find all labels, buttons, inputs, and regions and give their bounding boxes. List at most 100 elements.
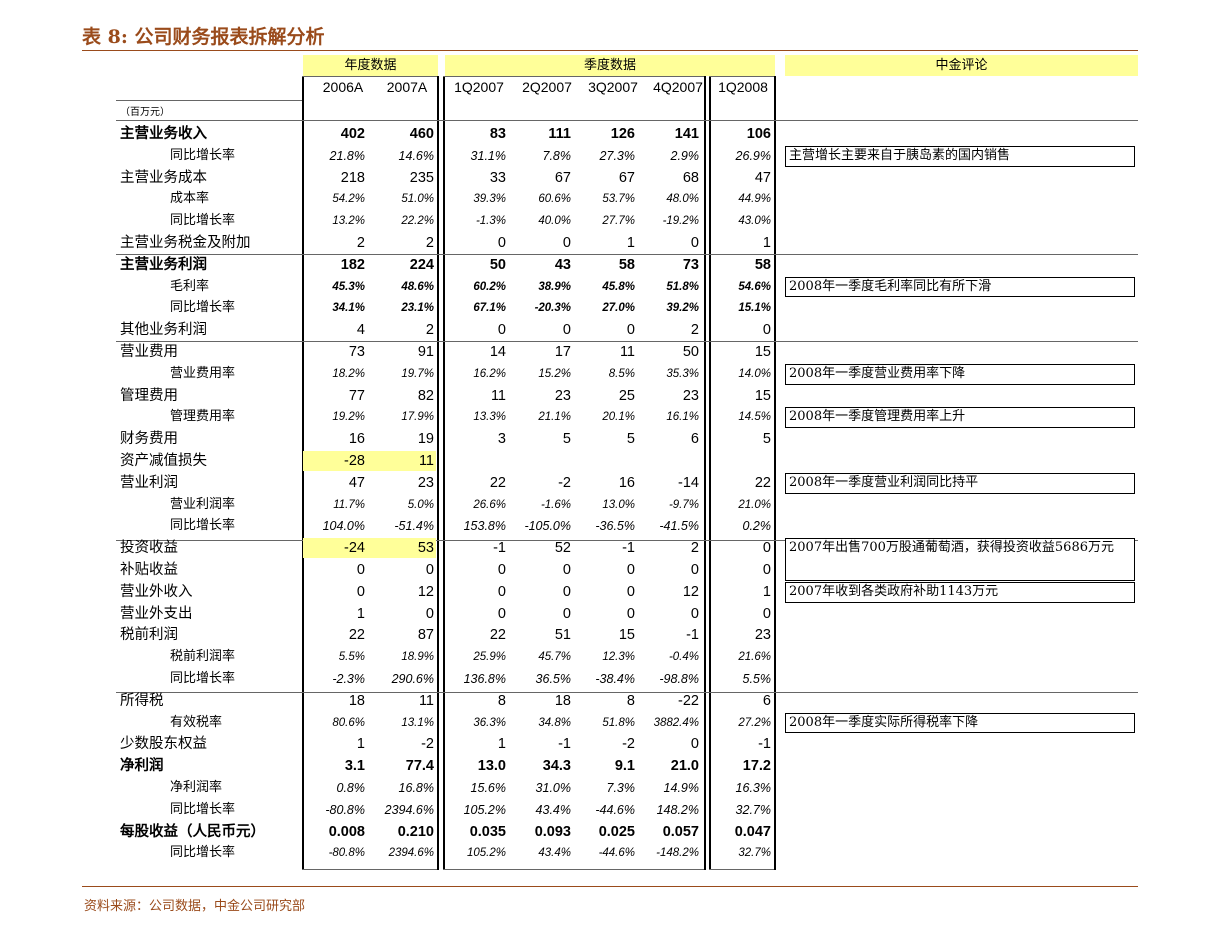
column-header: 2Q2007 [522, 79, 572, 95]
value-cell: 2 [356, 235, 365, 251]
value-cell: 27.7% [602, 215, 635, 228]
value-cell: -2 [421, 736, 434, 753]
table-title: 表 8: 公司财务报表拆解分析 [82, 26, 325, 48]
value-cell: 0 [626, 605, 635, 622]
value-cell: 36.5% [535, 672, 571, 686]
value-cell: -38.4% [595, 672, 635, 686]
value-cell: 22 [489, 474, 506, 491]
value-cell: 148.2% [656, 802, 699, 817]
value-cell: -19.2% [662, 215, 699, 228]
row-label: 营业利润 [120, 474, 178, 491]
value-cell: 73 [348, 344, 365, 360]
row-label: 成本率 [170, 191, 210, 207]
value-cell: -80.8% [328, 847, 365, 860]
table-row: 同比增长率 -2.3% 290.6% 136.8% 36.5% -38.4% -98.8% 5… [0, 668, 1224, 690]
value-cell: 34.8% [538, 716, 571, 729]
value-cell: 27.2% [738, 716, 771, 729]
value-cell: 218 [340, 169, 365, 186]
row-label: 主营业务利润 [120, 255, 207, 273]
value-cell: 12 [682, 583, 699, 600]
value-cell: -9.7% [668, 498, 699, 511]
value-cell: 58 [754, 256, 771, 273]
row-label: 同比增长率 [170, 845, 236, 861]
value-cell: 105.2% [463, 802, 506, 817]
value-cell: 36.3% [473, 716, 506, 729]
value-cell: -51.4% [394, 519, 434, 534]
value-cell: -44.6% [595, 802, 635, 817]
row-label: 同比增长率 [170, 801, 236, 817]
value-cell: 2 [690, 540, 699, 557]
value-cell: 43.4% [538, 847, 571, 860]
value-cell: -41.5% [659, 519, 699, 534]
value-cell: 15.2% [538, 367, 571, 380]
value-cell: 18 [348, 692, 365, 709]
table-row: 营业利润率 11.7% 5.0% 26.6% -1.6% 13.0% -9.7% 21.0% [0, 494, 1224, 516]
value-cell: 21.6% [738, 651, 771, 664]
value-cell: 402 [340, 126, 365, 142]
value-cell: 3882.4% [653, 716, 699, 729]
comment-box: 主营增长主要来自于胰岛素的国内销售 [785, 145, 1135, 167]
value-cell: 6 [762, 692, 771, 709]
value-cell: -1.6% [540, 498, 571, 511]
quarterly-group-header: 季度数据 [445, 55, 775, 76]
value-cell: 5.0% [407, 498, 434, 511]
value-cell: 53.7% [602, 193, 635, 206]
value-cell: 33 [489, 169, 506, 186]
table-row: 主营业务收入 402 460 83 111 126 141 106 [0, 123, 1224, 145]
row-label: 营业外支出 [120, 605, 193, 622]
value-cell: 25 [618, 387, 635, 404]
value-cell: 26.9% [735, 148, 771, 163]
value-cell: 3 [497, 431, 506, 448]
value-cell: 53 [417, 540, 434, 557]
value-cell: 45.7% [538, 651, 571, 664]
table-row: 成本率 54.2% 51.0% 39.3% 60.6% 53.7% 48.0% 44.9% [0, 188, 1224, 210]
table-row: 同比增长率 -80.8% 2394.6% 105.2% 43.4% -44.6% -148.… [0, 842, 1224, 864]
value-cell: 14.9% [663, 781, 699, 795]
value-cell: 15.6% [470, 781, 506, 795]
value-cell: -148.2% [656, 847, 699, 860]
value-cell: 15 [754, 387, 771, 404]
comment-group-header: 中金评论 [785, 55, 1138, 76]
column-header: 1Q2008 [718, 79, 768, 95]
value-cell: 18.2% [332, 367, 365, 380]
table-row: 主营业务成本 218 235 33 67 67 68 47 [0, 167, 1224, 189]
table-row: 其他业务利润 4 2 0 0 0 2 0 [0, 319, 1224, 341]
value-cell: 77 [348, 387, 365, 404]
value-cell: 58 [618, 256, 635, 273]
value-cell: -1 [493, 540, 506, 557]
value-cell: 54.6% [738, 280, 771, 293]
value-cell: 31.0% [535, 781, 571, 795]
value-cell: 48.0% [666, 193, 699, 206]
value-cell: 5.5% [338, 651, 365, 664]
row-label: 营业费用 [120, 344, 178, 360]
value-cell: 2 [690, 322, 699, 339]
value-cell: 0.093 [534, 823, 571, 840]
row-label: 每股收益（人民币元） [120, 822, 265, 840]
value-cell: 111 [548, 126, 571, 142]
value-cell: 44.9% [738, 193, 771, 206]
row-separator [709, 76, 774, 77]
value-cell: 20.1% [602, 411, 635, 424]
value-cell: 11 [418, 692, 434, 709]
value-cell: 7.3% [606, 781, 636, 795]
value-cell: 14.6% [398, 148, 434, 163]
row-label: 同比增长率 [170, 213, 236, 229]
value-cell: 11 [490, 387, 506, 404]
value-cell: 23 [554, 387, 571, 404]
value-cell: 14.5% [738, 411, 771, 424]
table-row: 主营业务税金及附加 2 2 0 0 1 0 1 [0, 232, 1224, 254]
value-cell: 13.1% [401, 716, 434, 729]
value-cell: 126 [610, 126, 635, 142]
value-cell: 0 [562, 583, 571, 600]
value-cell: 16.3% [735, 781, 771, 795]
value-cell: 0 [762, 605, 771, 622]
value-cell: 5.5% [742, 672, 772, 686]
table-row: 同比增长率 13.2% 22.2% -1.3% 40.0% 27.7% -19.2% 43.0… [0, 210, 1224, 232]
value-cell: 91 [417, 344, 434, 360]
value-cell: -22 [678, 692, 699, 709]
unit-label: （百万元） [120, 107, 170, 118]
value-cell: 34.3 [542, 758, 571, 775]
table-row: 同比增长率 104.0% -51.4% 153.8% -105.0% -36.5% -41.… [0, 515, 1224, 537]
value-cell: -80.8% [325, 802, 365, 817]
value-cell: 0 [762, 562, 771, 578]
